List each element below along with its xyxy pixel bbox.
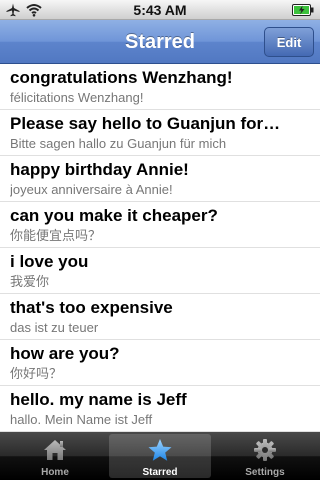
list-item[interactable]: happy birthday Annie! joyeux anniversair… [0, 156, 320, 202]
gear-icon [254, 439, 276, 461]
tab-home[interactable]: Home [4, 434, 106, 478]
translation-text: hallo. Mein Name ist Jeff [10, 412, 153, 427]
phrase-text: can you make it cheaper? [10, 206, 218, 225]
translation-text: 你好吗？ [10, 366, 63, 381]
battery-charging-icon [292, 4, 314, 16]
phrase-text: that's too expensive [10, 298, 173, 317]
starred-phrase-list: congratulations Wenzhang! félicitations … [0, 64, 320, 432]
status-time: 5:43 AM [133, 2, 187, 18]
phrase-text: how are you? [10, 344, 120, 363]
phrase-text: i love you [10, 252, 89, 271]
list-item[interactable]: that's too expensive das ist zu teuer [0, 294, 320, 340]
tab-settings[interactable]: Settings [214, 434, 316, 478]
list-item[interactable]: Please say hello to Guanjun for… Bitte s… [0, 110, 320, 156]
tab-home-label: Home [41, 467, 69, 478]
translation-text: 我爱你 [10, 274, 50, 289]
translation-text: joyeux anniversaire à Annie! [10, 182, 173, 197]
list-item[interactable]: congratulations Wenzhang! félicitations … [0, 64, 320, 110]
translation-text: félicitations Wenzhang! [10, 90, 144, 105]
edit-button[interactable]: Edit [264, 27, 314, 57]
status-bar: 5:43 AM [0, 0, 320, 20]
star-icon [148, 439, 172, 461]
translation-text: Bitte sagen hallo zu Guanjun für mich [10, 136, 227, 151]
tab-starred-label: Starred [142, 467, 178, 478]
home-icon [44, 440, 66, 460]
phrase-text: happy birthday Annie! [10, 160, 189, 179]
translation-text: 你能便宜点吗？ [10, 228, 102, 243]
tab-bar: Home Starred Settings [0, 432, 320, 480]
phrase-text: Please say hello to Guanjun for… [10, 114, 281, 133]
nav-bar: Starred Edit [0, 20, 320, 64]
list-item[interactable]: can you make it cheaper? 你能便宜点吗？ [0, 202, 320, 248]
list-item[interactable]: hello. my name is Jeff hallo. Mein Name … [0, 386, 320, 432]
phrase-text: hello. my name is Jeff [10, 390, 187, 409]
list-item[interactable]: i love you 我爱你 [0, 248, 320, 294]
list-item[interactable]: how are you? 你好吗？ [0, 340, 320, 386]
tab-starred[interactable]: Starred [109, 434, 211, 478]
translation-text: das ist zu teuer [10, 320, 99, 335]
tab-settings-label: Settings [245, 467, 285, 478]
phrase-text: congratulations Wenzhang! [10, 68, 233, 87]
